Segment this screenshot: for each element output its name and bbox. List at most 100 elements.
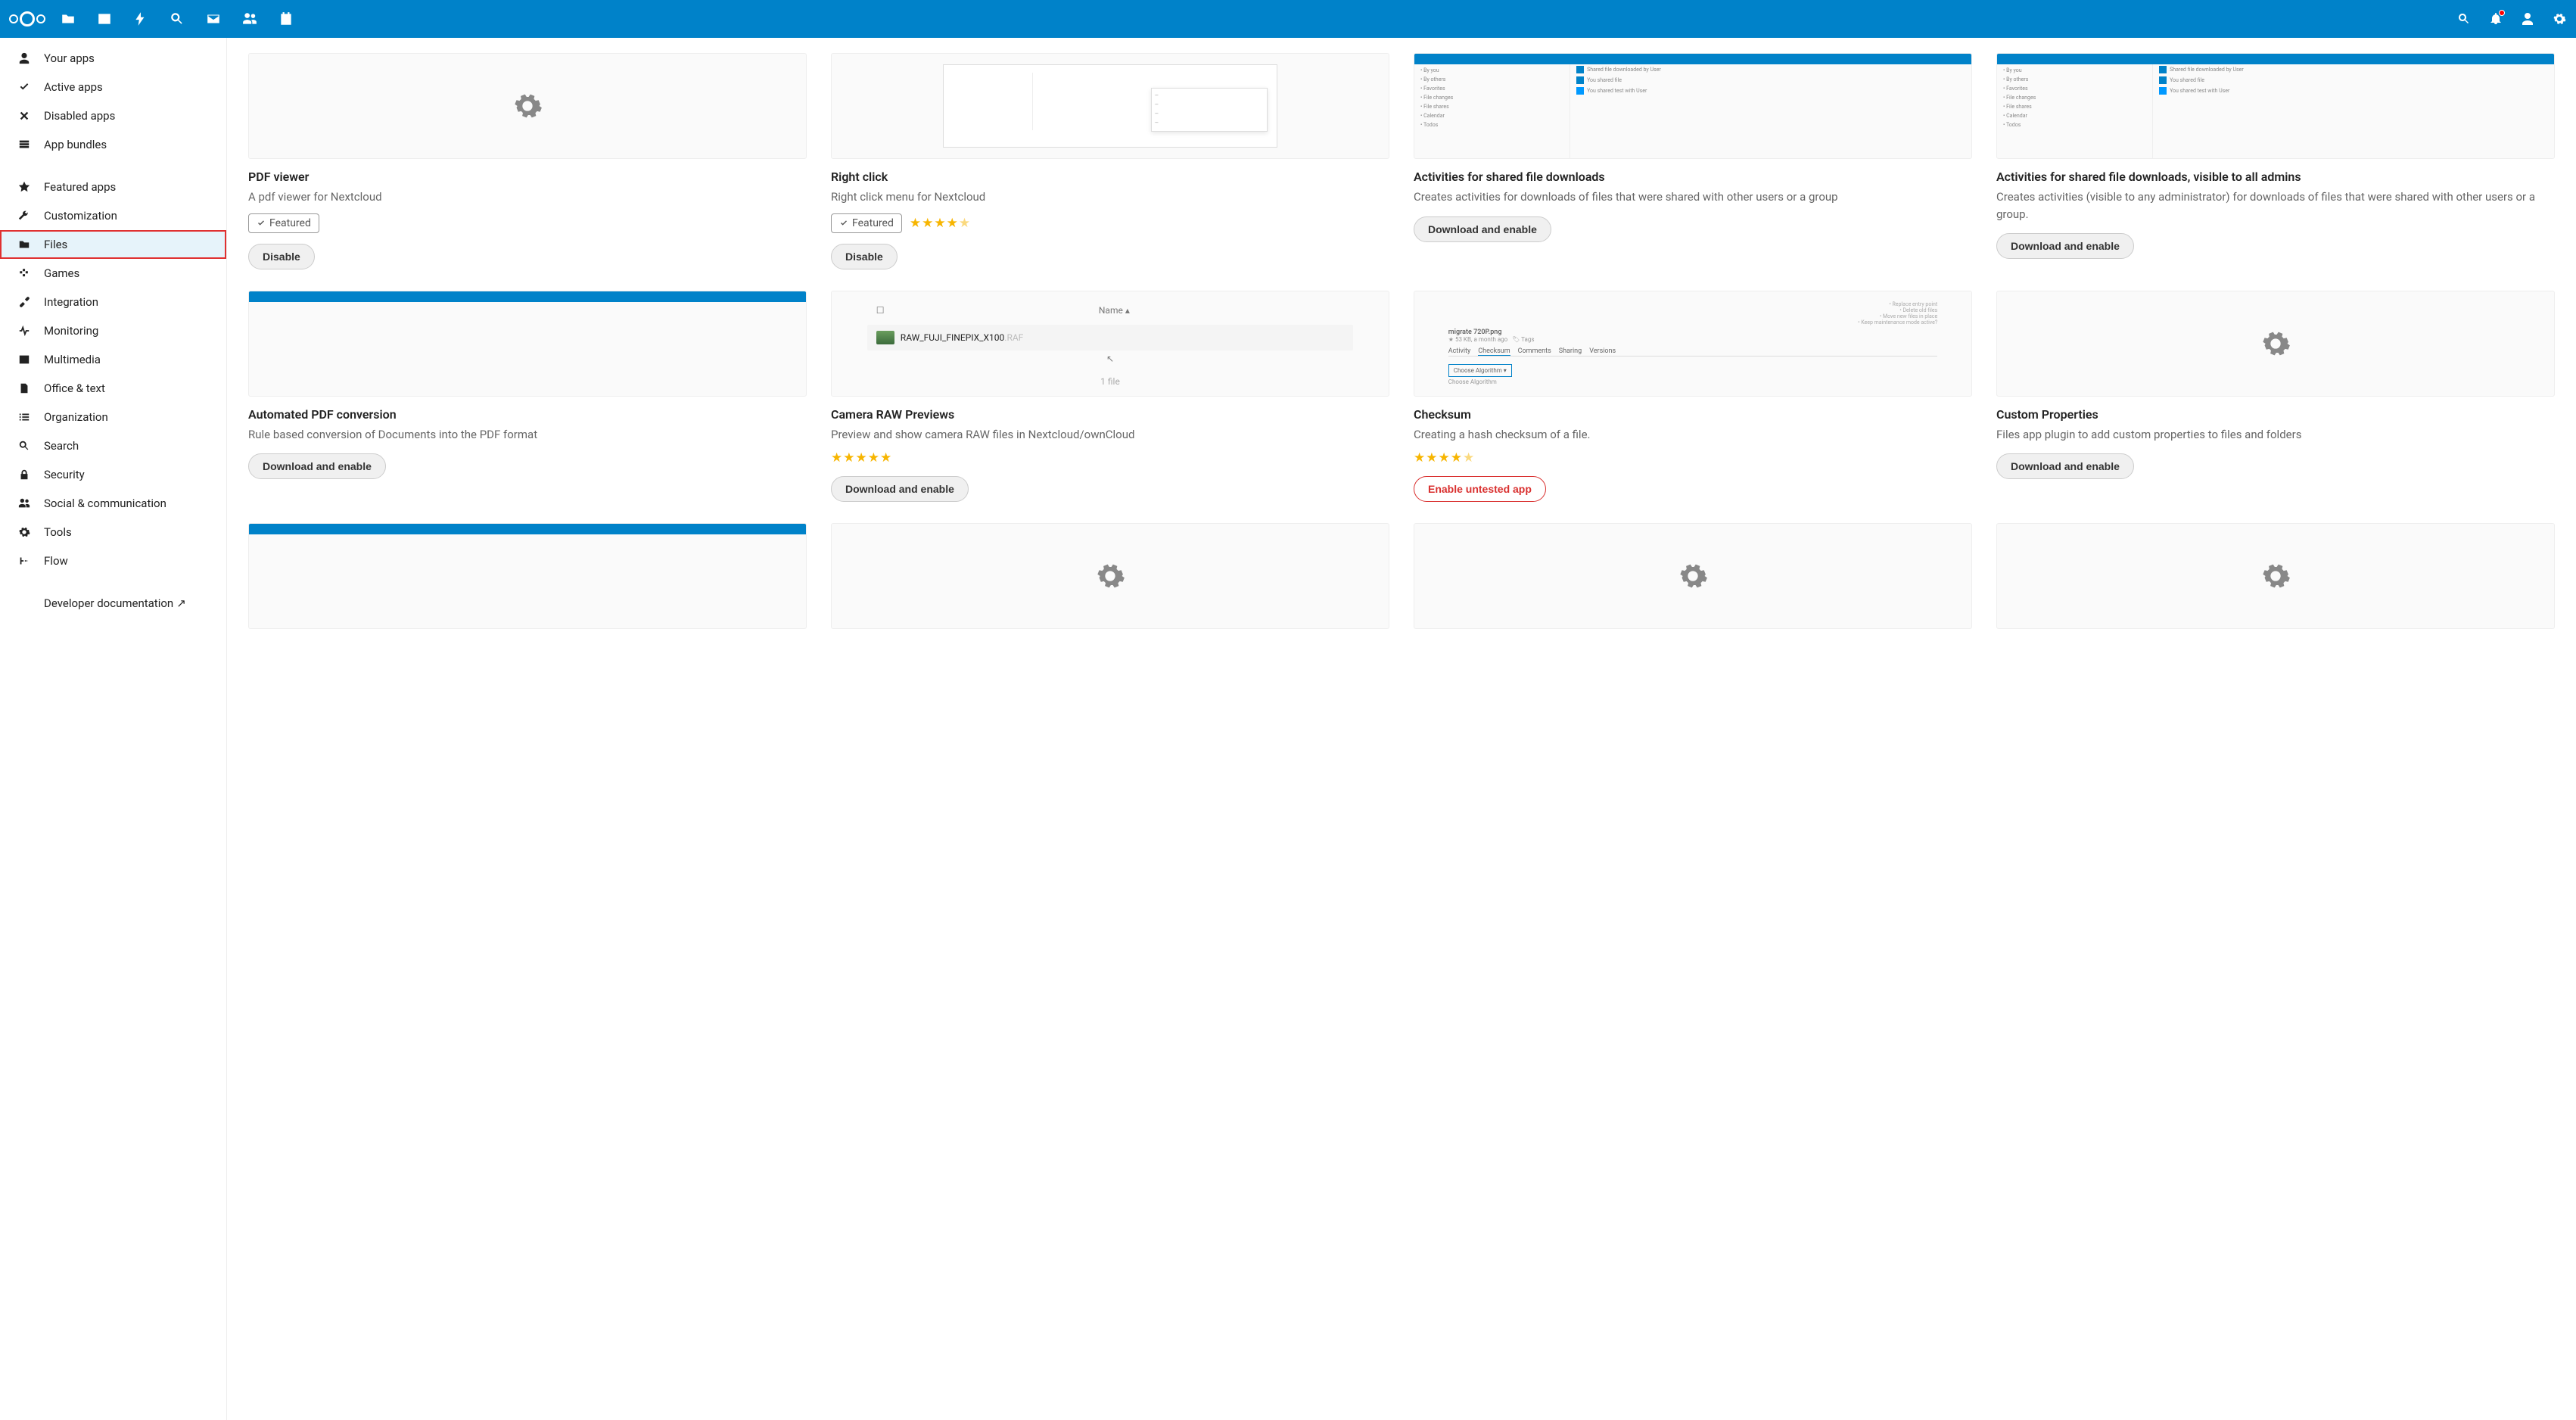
- sidebar-item-integration[interactable]: Integration: [0, 288, 226, 316]
- folder-icon: [15, 238, 33, 251]
- app-thumbnail[interactable]: • All activities• By you• By others• Fav…: [1414, 53, 1972, 159]
- nav-files-icon[interactable]: [61, 11, 76, 26]
- sidebar-item-search[interactable]: Search: [0, 431, 226, 460]
- featured-badge: Featured: [248, 213, 319, 233]
- header-notifications-icon[interactable]: [2488, 11, 2503, 26]
- sidebar-item-label: Monitoring: [44, 324, 98, 338]
- app-card-row3-3: [1414, 523, 1972, 629]
- header-search-icon[interactable]: [2456, 11, 2472, 26]
- app-description: Rule based conversion of Documents into …: [248, 426, 807, 444]
- flow-icon: [15, 555, 33, 567]
- app-description: Creating a hash checksum of a file.: [1414, 426, 1972, 444]
- sidebar-item-office-text[interactable]: Office & text: [0, 374, 226, 403]
- app-description: Creates activities for downloads of file…: [1414, 188, 1972, 206]
- sidebar-item-label: Multimedia: [44, 353, 101, 366]
- nav-talk-icon[interactable]: [170, 11, 185, 26]
- logo[interactable]: [9, 11, 45, 26]
- app-thumbnail[interactable]: [1414, 523, 1972, 629]
- app-title: Activities for shared file downloads, vi…: [1996, 170, 2555, 184]
- sidebar-item-social-comm[interactable]: Social & communication: [0, 489, 226, 518]
- app-thumbnail[interactable]: ☐Name ▴RAW_FUJI_FINEPIX_X100.RAF↖1 file: [831, 291, 1389, 397]
- app-action-button[interactable]: Download and enable: [831, 476, 969, 502]
- sidebar-item-label: Flow: [44, 554, 68, 568]
- games-icon: [15, 267, 33, 279]
- app-card-row3-2: [831, 523, 1389, 629]
- sidebar-item-monitoring[interactable]: Monitoring: [0, 316, 226, 345]
- nav-contacts-icon[interactable]: [242, 11, 257, 26]
- sidebar-item-label: Active apps: [44, 80, 103, 94]
- sidebar-item-games[interactable]: Games: [0, 259, 226, 288]
- sidebar-item-flow[interactable]: Flow: [0, 547, 226, 575]
- check-icon: [15, 81, 33, 93]
- sidebar-item-label: App bundles: [44, 138, 107, 151]
- app-thumbnail[interactable]: [248, 291, 807, 397]
- sidebar-item-disabled-apps[interactable]: Disabled apps: [0, 101, 226, 130]
- app-action-button[interactable]: Download and enable: [1996, 453, 2134, 479]
- app-action-button[interactable]: Disable: [831, 244, 898, 269]
- top-header: [0, 0, 2576, 38]
- image-icon: [15, 353, 33, 366]
- sidebar-item-files[interactable]: Files: [0, 230, 226, 259]
- app-thumbnail[interactable]: [248, 523, 807, 629]
- doc-icon: [15, 382, 33, 394]
- sidebar-item-featured-apps[interactable]: Featured apps: [0, 173, 226, 201]
- x-icon: [15, 110, 33, 122]
- app-title: Custom Properties: [1996, 407, 2555, 422]
- sidebar-item-label: Files: [44, 238, 67, 251]
- app-thumbnail[interactable]: • Replace entry point• Delete old files•…: [1414, 291, 1972, 397]
- bundle-icon: [15, 139, 33, 151]
- nav-calendar-icon[interactable]: [278, 11, 294, 26]
- app-action-button[interactable]: Enable untested app: [1414, 476, 1546, 502]
- app-card-right-click: ············Right clickRight click menu …: [831, 53, 1389, 269]
- app-title: Activities for shared file downloads: [1414, 170, 1972, 184]
- sidebar-item-customization[interactable]: Customization: [0, 201, 226, 230]
- sidebar-item-label: Your apps: [44, 51, 95, 65]
- sidebar-item-organization[interactable]: Organization: [0, 403, 226, 431]
- header-settings-icon[interactable]: [2552, 11, 2567, 26]
- nav-app-icons: [61, 11, 294, 26]
- notification-dot: [2499, 10, 2505, 16]
- app-action-button[interactable]: Download and enable: [1414, 216, 1551, 242]
- sidebar-item-your-apps[interactable]: Your apps: [0, 44, 226, 73]
- app-description: Creates activities (visible to any admin…: [1996, 188, 2555, 223]
- app-thumbnail[interactable]: [831, 523, 1389, 629]
- app-description: Preview and show camera RAW files in Nex…: [831, 426, 1389, 444]
- gear-icon: [15, 526, 33, 538]
- header-contacts-icon[interactable]: [2520, 11, 2535, 26]
- sidebar-item-label: Integration: [44, 295, 98, 309]
- app-title: PDF viewer: [248, 170, 807, 184]
- rating-stars: ★★★★★: [831, 450, 892, 466]
- app-action-button[interactable]: Download and enable: [1996, 233, 2134, 259]
- sidebar-item-multimedia[interactable]: Multimedia: [0, 345, 226, 374]
- app-thumbnail[interactable]: • All activities• By you• By others• Fav…: [1996, 53, 2555, 159]
- app-thumbnail[interactable]: [248, 53, 807, 159]
- sidebar-item-label: Security: [44, 468, 85, 481]
- sidebar-item-app-bundles[interactable]: App bundles: [0, 130, 226, 159]
- plug-icon: [15, 296, 33, 308]
- nav-mail-icon[interactable]: [206, 11, 221, 26]
- app-card-auto-pdf: Automated PDF conversionRule based conve…: [248, 291, 807, 503]
- wrench-icon: [15, 210, 33, 222]
- group-icon: [15, 497, 33, 509]
- sidebar-item-label: Tools: [44, 525, 72, 539]
- app-title: Checksum: [1414, 407, 1972, 422]
- search-icon: [15, 440, 33, 452]
- nav-activity-icon[interactable]: [133, 11, 148, 26]
- app-action-button[interactable]: Download and enable: [248, 453, 386, 479]
- app-card-pdf-viewer: PDF viewerA pdf viewer for NextcloudFeat…: [248, 53, 807, 269]
- app-action-button[interactable]: Disable: [248, 244, 315, 269]
- nav-photos-icon[interactable]: [97, 11, 112, 26]
- app-card-camera-raw: ☐Name ▴RAW_FUJI_FINEPIX_X100.RAF↖1 fileC…: [831, 291, 1389, 503]
- app-thumbnail[interactable]: [1996, 523, 2555, 629]
- user-icon: [15, 52, 33, 64]
- featured-badge: Featured: [831, 213, 902, 233]
- app-thumbnail[interactable]: [1996, 291, 2555, 397]
- sidebar-item-security[interactable]: Security: [0, 460, 226, 489]
- sidebar-item-label: Organization: [44, 410, 108, 424]
- app-thumbnail[interactable]: ············: [831, 53, 1389, 159]
- sidebar-item-active-apps[interactable]: Active apps: [0, 73, 226, 101]
- sidebar-item-tools[interactable]: Tools: [0, 518, 226, 547]
- list-icon: [15, 411, 33, 423]
- sidebar-item-dev-docs[interactable]: Developer documentation ↗: [0, 589, 226, 618]
- app-card-row3-1: [248, 523, 807, 629]
